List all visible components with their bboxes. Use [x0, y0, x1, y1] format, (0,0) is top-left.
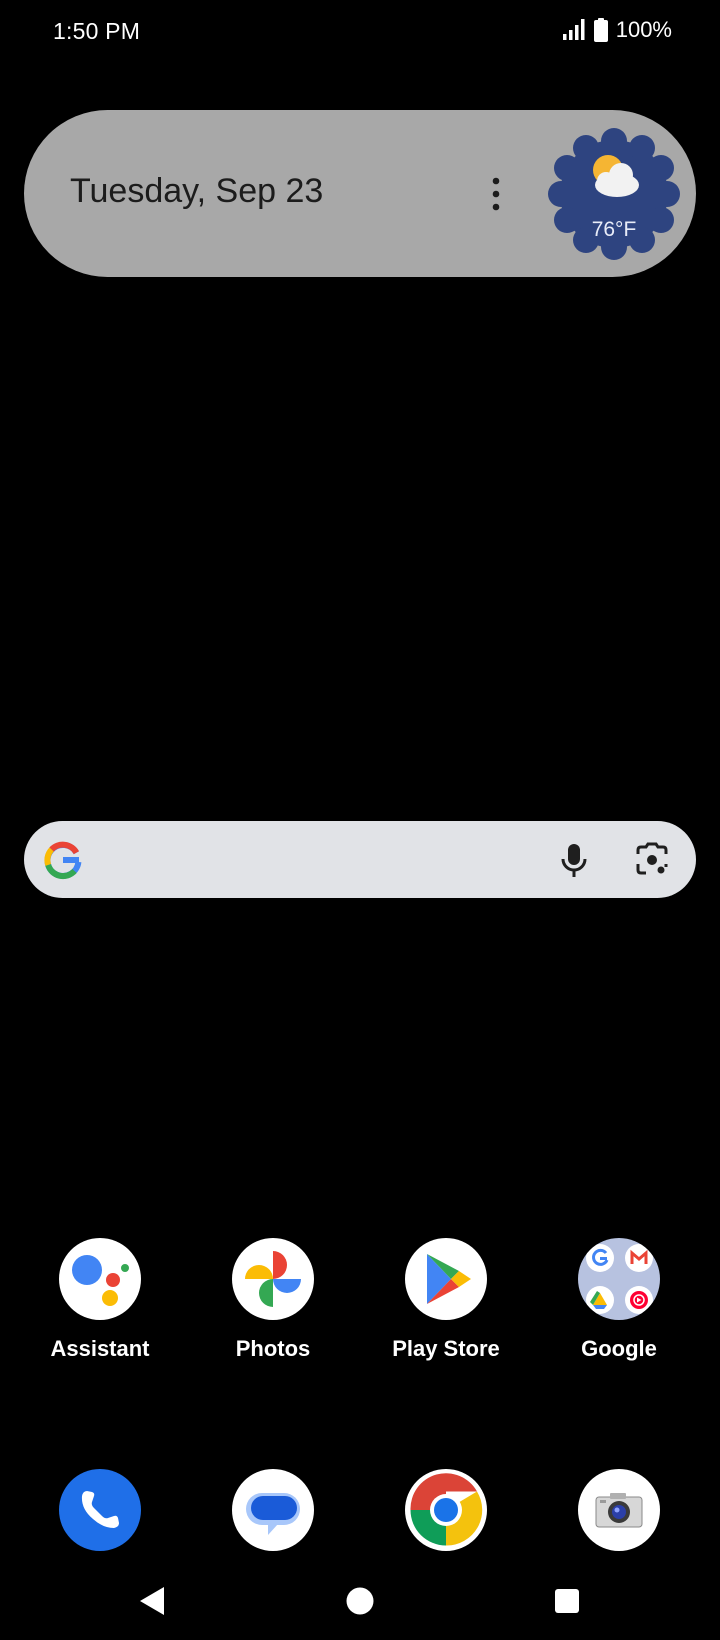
date-label[interactable]: Tuesday, Sep 23 [70, 172, 323, 211]
back-icon[interactable] [138, 1586, 166, 1616]
recents-icon[interactable] [555, 1589, 579, 1613]
weather-badge[interactable]: 76°F [548, 128, 680, 260]
chrome-icon[interactable] [405, 1469, 487, 1551]
home-icon[interactable] [346, 1587, 374, 1615]
app-play-store[interactable]: Play Store [371, 1238, 521, 1362]
app-label: Assistant [50, 1336, 150, 1361]
clock: 1:50 PM [53, 18, 141, 44]
phone-icon[interactable] [59, 1469, 141, 1551]
temperature: 76°F [591, 218, 637, 241]
app-google-folder[interactable]: Google [544, 1238, 694, 1362]
google-lens-icon[interactable] [632, 840, 672, 880]
photos-pinwheel-icon[interactable] [232, 1238, 314, 1320]
status-icons: 100% [562, 17, 672, 43]
app-assistant[interactable]: Assistant [25, 1238, 175, 1362]
messages-icon[interactable] [232, 1469, 314, 1551]
battery-percentage: 100% [615, 17, 672, 42]
assistant-icon[interactable] [59, 1238, 141, 1320]
folder-icon[interactable] [578, 1238, 660, 1320]
status-bar: 1:50 PM 100% [0, 0, 720, 64]
google-search-bar[interactable] [24, 821, 696, 898]
battery-icon [593, 18, 608, 42]
cell-signal-icon [562, 19, 585, 40]
google-g-icon [44, 841, 82, 880]
navigation-bar [0, 1572, 720, 1640]
app-label: Photos [235, 1336, 311, 1361]
camera-icon[interactable] [578, 1469, 660, 1551]
app-label: Play Store [392, 1336, 500, 1361]
play-store-icon[interactable] [405, 1238, 487, 1320]
app-photos[interactable]: Photos [198, 1238, 348, 1362]
microphone-icon[interactable] [554, 840, 594, 880]
app-label: Google [581, 1336, 657, 1361]
partly-cloudy-icon [593, 155, 639, 197]
at-a-glance-widget[interactable]: Tuesday, Sep 23 76°F [24, 110, 696, 277]
more-options-icon[interactable] [490, 176, 502, 212]
